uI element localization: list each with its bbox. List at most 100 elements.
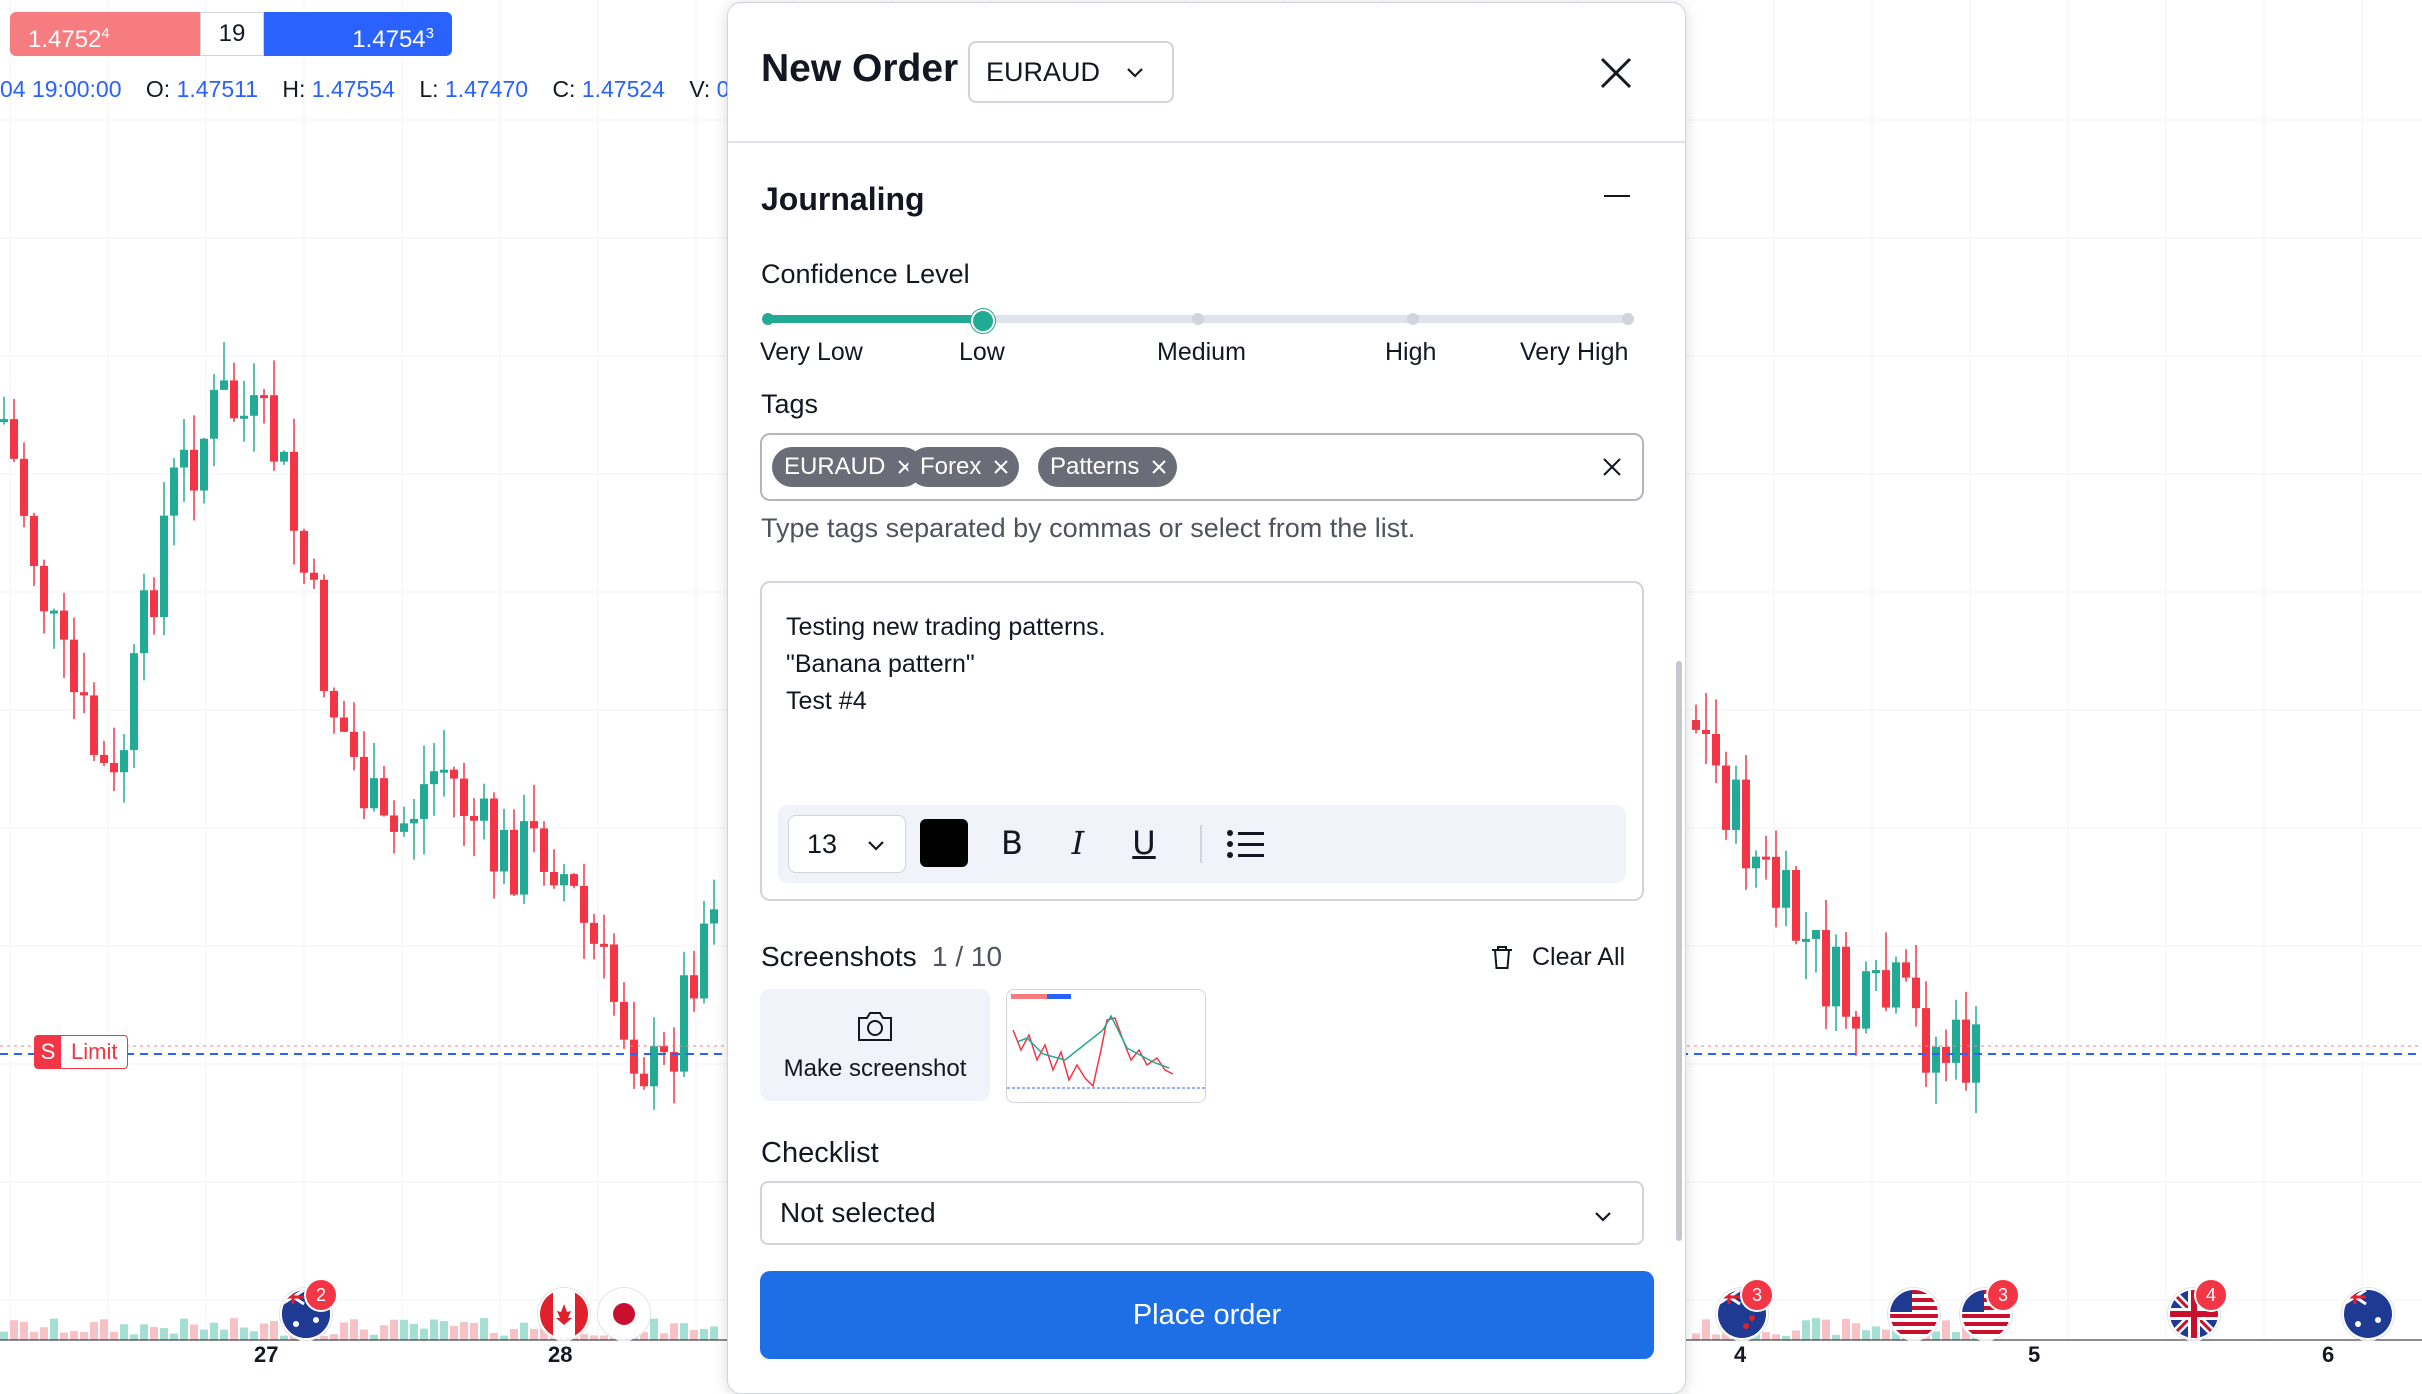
candle-body (1762, 856, 1770, 860)
candle-body (250, 395, 258, 416)
low-label: L: (419, 76, 439, 102)
make-screenshot-button[interactable]: Make screenshot (760, 989, 990, 1101)
candle-body (1952, 1019, 1960, 1063)
candle-body (80, 692, 88, 696)
chevron-down-icon (1595, 1212, 1611, 1222)
volume-bar (190, 1324, 198, 1340)
chevron-down-icon (1127, 68, 1143, 78)
candle-body (310, 572, 318, 580)
candle-body (690, 975, 698, 999)
font-size-value: 13 (807, 829, 838, 859)
slider-step-dot[interactable] (1192, 313, 1204, 325)
clear-all-button[interactable]: Clear All (1488, 939, 1625, 975)
event-count-badge: 2 (304, 1278, 338, 1312)
screenshot-thumbnail[interactable] (1006, 989, 1206, 1103)
confidence-slider[interactable] (760, 301, 1636, 337)
volume-bar (490, 1332, 498, 1340)
confidence-level-option[interactable]: High (1385, 338, 1436, 367)
volume-label: V: (689, 76, 711, 102)
buy-price-pip: 3 (425, 25, 434, 42)
slider-step-dot[interactable] (1622, 313, 1634, 325)
confidence-level-option[interactable]: Very Low (760, 338, 863, 367)
limit-order-tag[interactable]: S Limit (34, 1035, 129, 1069)
chart-thumbnail-image (1007, 994, 1205, 1089)
sell-price-button[interactable]: 1.47524 (10, 12, 200, 56)
candle-body (110, 762, 118, 773)
slider-step-dot[interactable] (1407, 313, 1419, 325)
volume-bar (250, 1331, 258, 1340)
usa-flag-icon[interactable] (1888, 1288, 1940, 1340)
volume-bar (580, 1334, 588, 1340)
journaling-section-title: Journaling (761, 181, 925, 217)
candle-body (60, 610, 68, 640)
volume-bar (160, 1328, 168, 1340)
tag-chip: Patterns (1038, 447, 1178, 487)
confidence-level-option[interactable]: Medium (1157, 338, 1246, 367)
candle-body (500, 829, 508, 872)
dialog-scrollbar[interactable] (1676, 661, 1682, 1241)
checklist-title: Checklist (761, 1137, 879, 1169)
volume-bar (270, 1321, 278, 1340)
italic-button[interactable]: I (1054, 819, 1102, 867)
volume-bar (1792, 1330, 1800, 1340)
font-size-select[interactable]: 13 (788, 815, 906, 873)
checklist-select[interactable]: Not selected (760, 1181, 1644, 1245)
candle-body (510, 829, 518, 895)
volume-bar (30, 1331, 38, 1340)
volume-bar (1782, 1335, 1790, 1340)
collapse-minus-icon[interactable] (1604, 189, 1634, 203)
remove-tag-icon[interactable] (993, 459, 1009, 475)
new-order-dialog: New Order EURAUD Journaling Confidence L… (727, 2, 1686, 1394)
event-count-badge: 4 (2194, 1278, 2228, 1312)
place-order-button[interactable]: Place order (760, 1271, 1654, 1359)
clear-tags-icon[interactable] (1602, 457, 1622, 477)
confidence-level-option[interactable]: Low (959, 338, 1005, 367)
candle-body (1892, 962, 1900, 1008)
canada-flag-icon[interactable] (538, 1288, 590, 1340)
close-icon[interactable] (1596, 53, 1636, 93)
bold-button[interactable]: B (988, 819, 1036, 867)
candle-body (10, 419, 18, 459)
underline-button[interactable]: U (1120, 819, 1168, 867)
volume-bar (220, 1329, 228, 1340)
volume-bar (460, 1321, 468, 1340)
australia-flag-icon[interactable] (2342, 1288, 2394, 1340)
volume-bar (200, 1329, 208, 1340)
slider-step-dot[interactable] (762, 313, 774, 325)
candle-body (160, 515, 168, 618)
header-divider (728, 141, 1685, 143)
symbol-select[interactable]: EURAUD (968, 41, 1174, 103)
journal-note-editor[interactable]: Testing new trading patterns. "Banana pa… (760, 581, 1644, 901)
high-label: H: (282, 76, 306, 102)
candle-body (1922, 1008, 1930, 1073)
note-text[interactable]: Testing new trading patterns. "Banana pa… (786, 609, 1106, 720)
volume-bar (1862, 1330, 1870, 1340)
candle-body (700, 923, 708, 999)
candle-body (570, 874, 578, 886)
tag-chip: EURAUD (772, 447, 924, 487)
candle-body (220, 380, 228, 390)
japan-flag-icon[interactable] (598, 1288, 650, 1340)
trash-icon (1492, 946, 1512, 969)
candle-body (1862, 971, 1870, 1029)
candle-body (710, 909, 718, 924)
volume-bar (130, 1334, 138, 1340)
candle-body (530, 821, 538, 829)
buy-price-button[interactable]: 1.47543 (264, 12, 452, 56)
close-value: 1.47524 (581, 76, 665, 102)
candle-body (1752, 856, 1760, 869)
candle-body (640, 1073, 648, 1087)
volume-bar (0, 1331, 8, 1340)
candle-body (590, 922, 598, 944)
dialog-title: New Order (761, 47, 959, 90)
slider-thumb[interactable] (971, 309, 995, 333)
candle-body (1732, 779, 1740, 830)
tags-input[interactable]: EURAUD Forex Patterns (760, 433, 1644, 501)
text-color-button[interactable] (920, 819, 968, 867)
remove-tag-icon[interactable] (1151, 459, 1167, 475)
volume-bar (1932, 1331, 1940, 1340)
confidence-level-option[interactable]: Very High (1520, 338, 1628, 367)
time-axis-label: 28 (548, 1342, 573, 1367)
bulleted-list-icon[interactable] (1226, 829, 1266, 859)
camera-icon (858, 1012, 892, 1041)
